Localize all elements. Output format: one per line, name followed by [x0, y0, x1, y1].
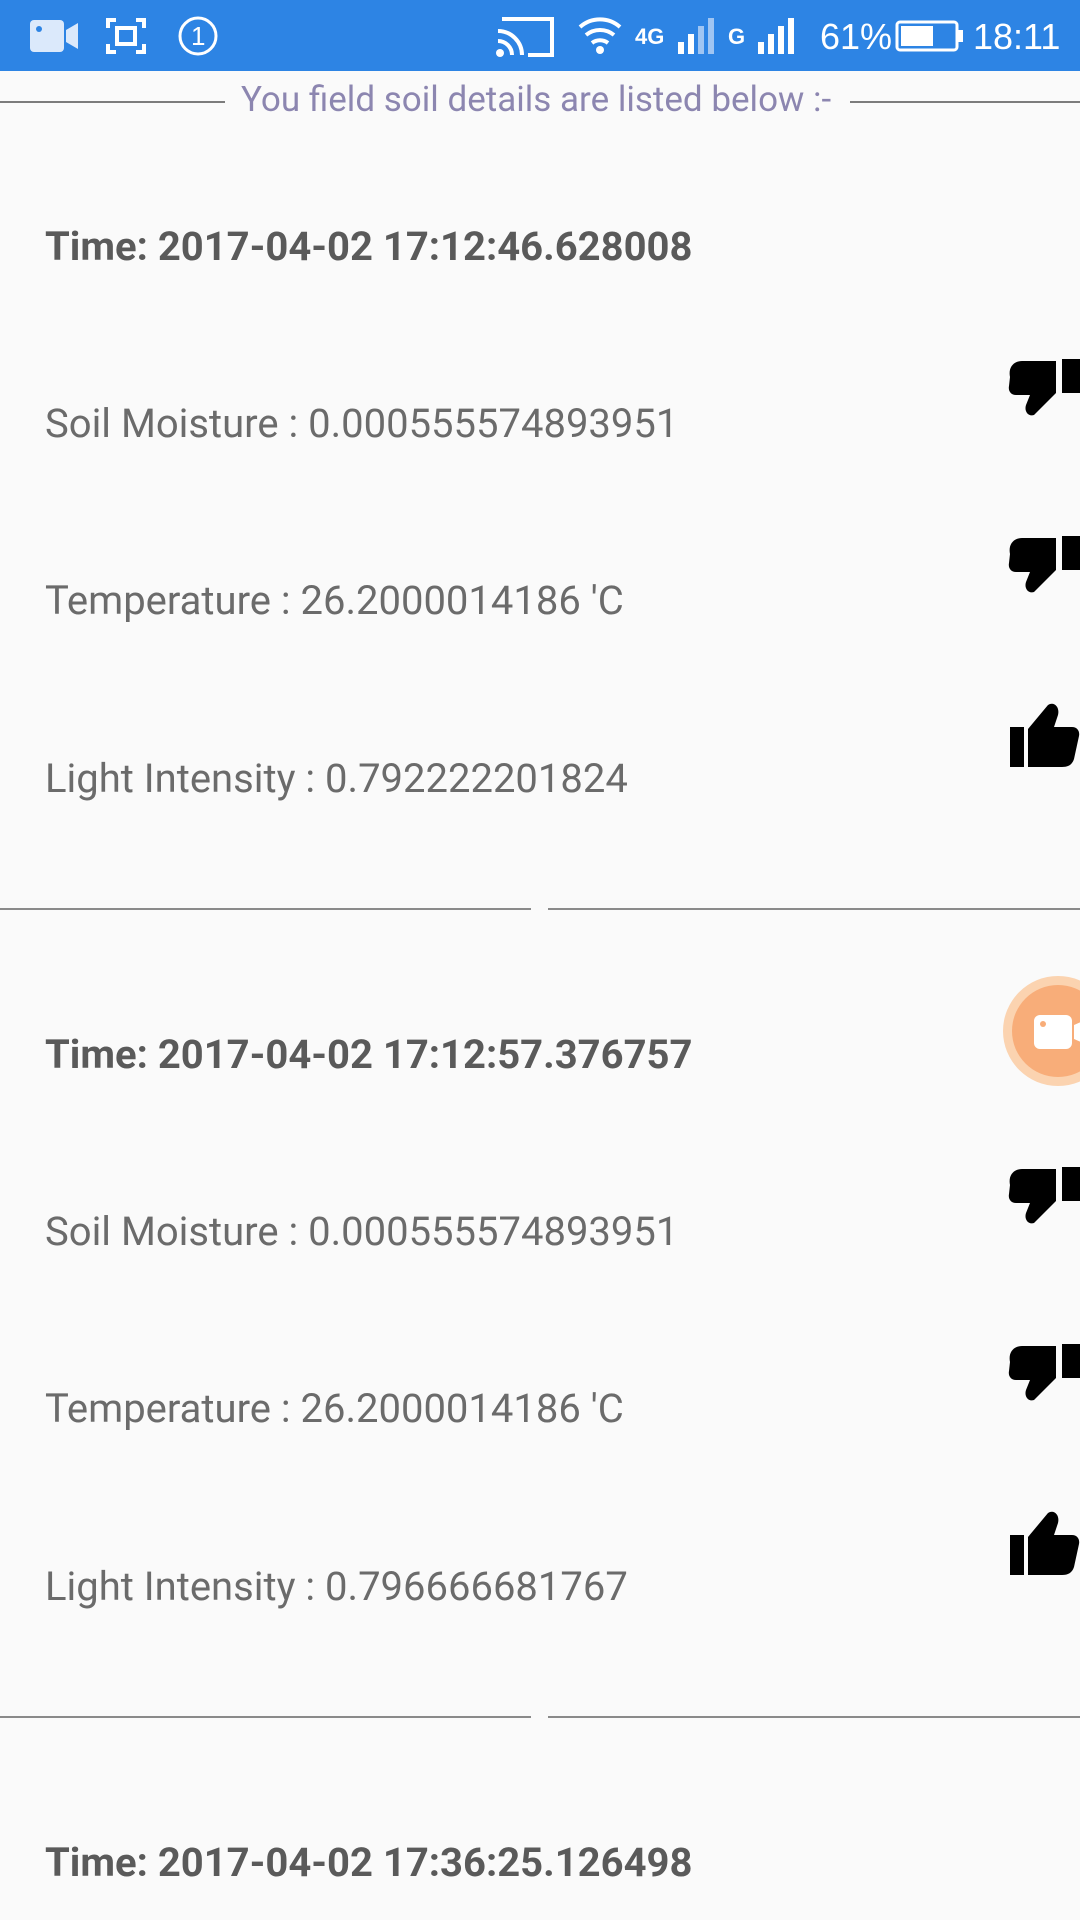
soil-details-content[interactable]: You field soil details are listed below …	[0, 71, 1080, 1920]
screenshot-frame-icon	[106, 18, 146, 54]
header-row: You field soil details are listed below …	[0, 71, 1080, 137]
record-time: Time: 2017-04-02 17:12:57.376757	[45, 1031, 693, 1078]
thumbs-down-icon[interactable]	[1008, 353, 1080, 425]
video-camera-icon	[1034, 1015, 1080, 1049]
battery-icon	[895, 20, 963, 52]
network-g-label: G	[728, 24, 746, 49]
network-4g-label: 4G	[635, 24, 665, 49]
record-divider-left	[0, 1716, 531, 1718]
screen-record-floating-button[interactable]	[1003, 976, 1080, 1086]
header-text: You field soil details are listed below …	[241, 79, 832, 120]
signal-4g-icon	[678, 18, 714, 54]
record-divider-right	[548, 908, 1080, 910]
wifi-icon	[578, 17, 622, 54]
header-line-right	[850, 101, 1080, 103]
thumbs-up-icon[interactable]	[1008, 1507, 1080, 1579]
thumbs-down-icon[interactable]	[1008, 530, 1080, 602]
record-time: Time: 2017-04-02 17:36:25.126498	[45, 1839, 693, 1886]
light-intensity-value: Light Intensity : 0.796666681767	[45, 1563, 628, 1610]
soil-moisture-value: Soil Moisture : 0.000555574893951	[45, 400, 679, 447]
thumbs-up-icon[interactable]	[1008, 699, 1080, 771]
fab-inner	[1012, 985, 1080, 1077]
status-bar: 1 4G G 61% 18:11	[0, 0, 1080, 71]
record-divider-left	[0, 908, 531, 910]
cast-icon	[496, 17, 554, 57]
temperature-value: Temperature : 26.2000014186 'C	[45, 577, 624, 624]
record-time: Time: 2017-04-02 17:12:46.628008	[45, 223, 693, 270]
header-line-left	[0, 101, 225, 103]
battery-percent: 61%	[820, 16, 893, 57]
soil-moisture-value: Soil Moisture : 0.000555574893951	[45, 1208, 679, 1255]
status-time: 18:11	[973, 16, 1061, 57]
thumbs-down-icon[interactable]	[1008, 1161, 1080, 1233]
thumbs-down-icon[interactable]	[1008, 1338, 1080, 1410]
video-camera-icon	[30, 20, 78, 52]
light-intensity-value: Light Intensity : 0.792222201824	[45, 755, 628, 802]
signal-g-icon	[758, 18, 794, 54]
notification-count: 1	[191, 21, 206, 51]
temperature-value: Temperature : 26.2000014186 'C	[45, 1385, 624, 1432]
record-divider-right	[548, 1716, 1080, 1718]
